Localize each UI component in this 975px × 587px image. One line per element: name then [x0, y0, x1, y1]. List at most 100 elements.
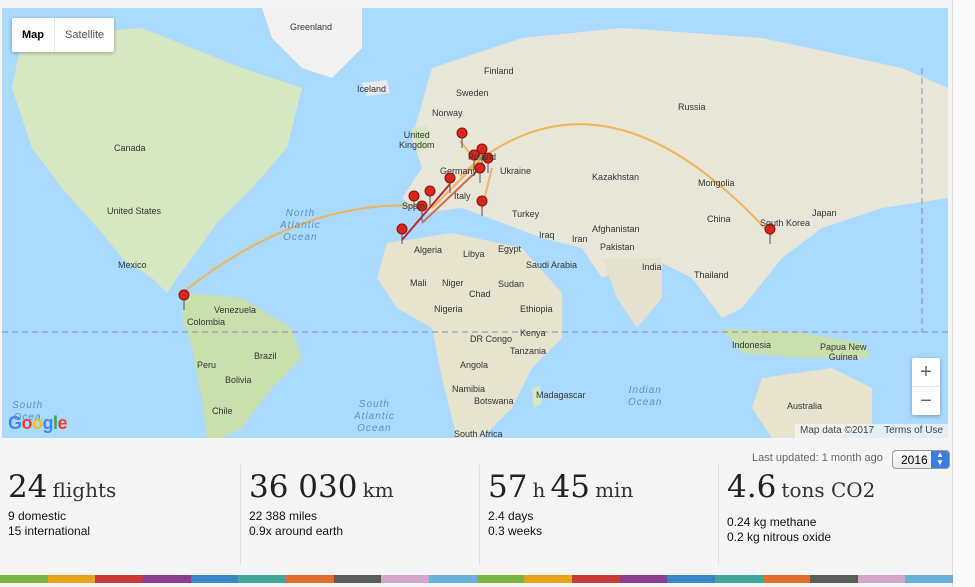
label-spain: Spain: [402, 201, 426, 211]
stripe-segment: [238, 575, 286, 583]
label-china: China: [707, 214, 731, 224]
stripe-segment: [381, 575, 429, 583]
time-minutes: 45: [550, 469, 590, 505]
stripe-segment: [905, 575, 954, 583]
label-japan: Japan: [812, 208, 837, 218]
label-italy: Italy: [454, 191, 471, 201]
time-days: 2.4 days: [488, 509, 534, 523]
stripe-segment: [524, 575, 572, 583]
label-germany: Germany: [440, 166, 478, 176]
stripe-segment: [571, 575, 620, 583]
stripe-segment: [857, 575, 906, 583]
distance-unit: km: [362, 478, 394, 502]
label-kenya: Kenya: [520, 328, 546, 338]
map-type-map-button[interactable]: Map: [12, 18, 54, 52]
flights-domestic: 9 domestic: [8, 509, 67, 523]
label-poland: Poland: [468, 152, 497, 162]
flights-international: 15 international: [8, 524, 91, 538]
label-namibia: Namibia: [452, 384, 486, 394]
stat-co2: 4.6 tons CO2 0.24 kg methane 0.2 kg nitr…: [718, 465, 949, 565]
label-bolivia: Bolivia: [225, 375, 252, 385]
label-kazakhstan: Kazakhstan: [592, 172, 640, 182]
label-thailand: Thailand: [694, 270, 729, 280]
label-niger: Niger: [442, 278, 464, 288]
label-nigeria: Nigeria: [434, 304, 463, 314]
landmass-north-america: [12, 28, 302, 293]
stripe-segment: [190, 575, 239, 583]
label-brazil: Brazil: [254, 351, 277, 361]
distance-value: 36 030: [249, 469, 358, 505]
stats-row: 24 flights 9 domestic 15 international 3…: [0, 465, 948, 565]
co2-unit: tons CO2: [781, 478, 876, 502]
label-peru: Peru: [197, 360, 217, 370]
map-data-credit: Map data ©2017: [800, 425, 875, 436]
landmass-greenland: [262, 8, 362, 78]
label-united-states: United States: [107, 206, 162, 216]
label-australia: Australia: [787, 401, 823, 411]
stripe-segment: [476, 575, 525, 583]
stripe-segment: [667, 575, 715, 583]
flights-count: 24: [8, 469, 48, 505]
stripe-segment: [810, 575, 858, 583]
label-indian-ocean: Indian Ocean: [628, 385, 663, 408]
label-mongolia: Mongolia: [698, 178, 735, 188]
label-saudi-arabia: Saudi Arabia: [526, 260, 578, 270]
label-uk: United Kingdom: [399, 130, 435, 150]
label-turkey: Turkey: [512, 209, 540, 219]
map-attribution: Map data ©2017 Terms of Use: [795, 424, 948, 438]
label-south-africa: South Africa: [454, 429, 503, 438]
label-chile: Chile: [212, 406, 233, 416]
label-botswana: Botswana: [474, 396, 514, 406]
label-finland: Finland: [484, 66, 514, 76]
zoom-in-button[interactable]: +: [912, 358, 940, 386]
label-algeria: Algeria: [414, 245, 443, 255]
stat-time: 57 h 45 min 2.4 days 0.3 weeks: [479, 465, 713, 565]
label-south-atlantic: South Atlantic Ocean: [354, 399, 395, 434]
stripe-segment: [142, 575, 191, 583]
page-scrollbar[interactable]: [952, 0, 975, 587]
label-iceland: Iceland: [357, 84, 387, 94]
zoom-out-button[interactable]: −: [912, 386, 940, 415]
label-colombia: Colombia: [187, 317, 226, 327]
label-mexico: Mexico: [118, 260, 147, 270]
label-dr-congo: DR Congo: [470, 334, 513, 344]
label-south-korea: South Korea: [760, 218, 811, 228]
label-egypt: Egypt: [498, 244, 522, 254]
label-chad: Chad: [469, 289, 491, 299]
stat-flights-headline: 24 flights: [8, 469, 116, 505]
distance-miles: 22 388 miles: [249, 509, 318, 523]
terms-of-use-link[interactable]: Terms of Use: [879, 424, 948, 438]
label-north-atlantic: North Atlantic Ocean: [280, 208, 321, 243]
zoom-controls: + −: [912, 358, 940, 415]
stripe-segment: [285, 575, 334, 583]
label-libya: Libya: [463, 249, 485, 259]
label-angola: Angola: [460, 360, 489, 370]
stat-distance-headline: 36 030 km: [249, 469, 394, 505]
time-weeks: 0.3 weeks: [488, 524, 543, 538]
label-norway: Norway: [432, 108, 463, 118]
label-sweden: Sweden: [456, 88, 489, 98]
stat-time-headline: 57 h 45 min: [488, 469, 633, 505]
label-canada: Canada: [114, 143, 146, 153]
time-hours-unit: h: [532, 478, 546, 502]
label-madagascar: Madagascar: [536, 390, 586, 400]
map-type-toggle: Map Satellite: [12, 18, 115, 52]
label-sudan: Sudan: [498, 279, 525, 289]
co2-nitrous-oxide: 0.2 kg nitrous oxide: [727, 530, 832, 544]
label-ethiopia: Ethiopia: [520, 304, 553, 314]
stripe-segment: [428, 575, 477, 583]
label-india: India: [642, 262, 662, 272]
stripe-segment: [0, 575, 48, 583]
last-updated-text: Last updated: 1 month ago: [752, 452, 883, 464]
flights-unit: flights: [52, 478, 117, 502]
label-papua-new-guinea: Papua New Guinea: [820, 342, 867, 362]
stripe-segment: [95, 575, 143, 583]
stripe-segment: [762, 575, 811, 583]
map-type-satellite-button[interactable]: Satellite: [54, 18, 114, 52]
map-view[interactable]: Greenland Iceland Finland Sweden Norway …: [2, 8, 948, 438]
label-mali: Mali: [410, 278, 427, 288]
label-pakistan: Pakistan: [600, 242, 635, 252]
label-ukraine: Ukraine: [500, 166, 532, 176]
label-afghanistan: Afghanistan: [592, 224, 640, 234]
google-logo[interactable]: Google: [8, 413, 68, 434]
